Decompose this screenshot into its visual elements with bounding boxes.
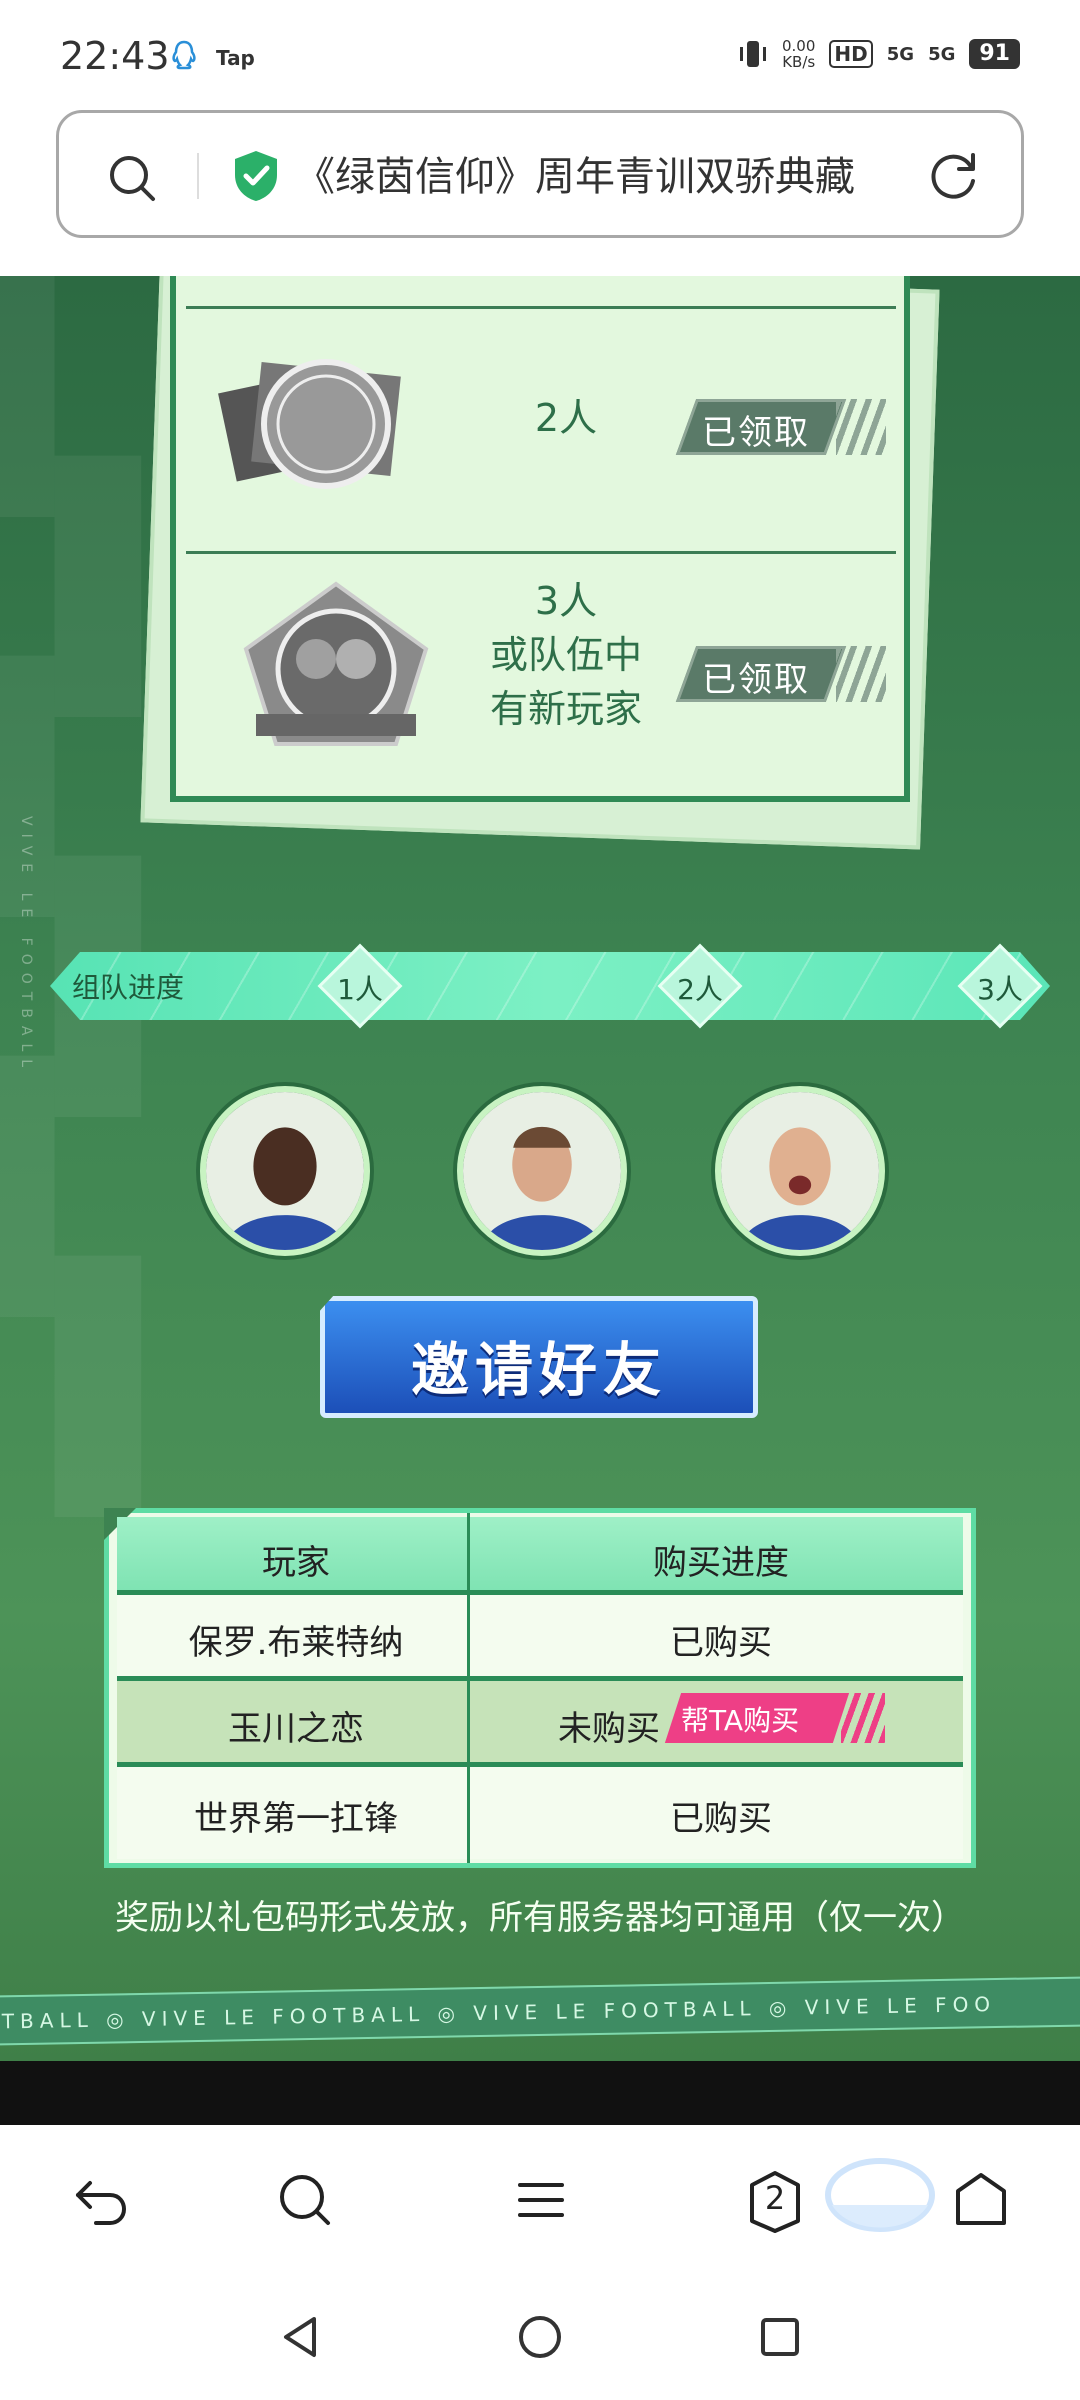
claimed-button: 已领取: [675, 399, 886, 455]
player-name: 玉川之恋: [228, 1709, 364, 1749]
vertical-slogan: VIVE LE FOOTBALL: [18, 816, 34, 1076]
teammate-avatar[interactable]: [715, 1086, 885, 1256]
milestone-1: 1人: [317, 943, 403, 1029]
back-arrow-icon: [76, 2181, 127, 2225]
milestone-label: 2人: [677, 973, 723, 1006]
milestone-label: 1人: [337, 973, 383, 1006]
triangle-back-icon: [284, 2317, 316, 2357]
nav-back-button[interactable]: [270, 2307, 330, 2367]
table-divider: [467, 1513, 470, 1863]
help-buy-button[interactable]: 帮TA购买: [664, 1693, 885, 1743]
qq-notification-icon: [172, 40, 196, 70]
table-row: 玉川之恋 未购买 帮TA购买: [117, 1681, 963, 1767]
address-divider: [197, 153, 199, 199]
reload-icon[interactable]: [927, 149, 981, 203]
reward-card: 2人 已领取 3人 或队伍中 有新玩家 已领取: [170, 276, 910, 802]
search-button[interactable]: [270, 2165, 340, 2235]
slogan-ribbon-text: OTBALL ◎ VIVE LE FOOTBALL ◎ VIVE LE FOOT…: [0, 1992, 997, 2034]
claimed-button: 已领取: [675, 646, 886, 702]
network-speed-unit: KB/s: [782, 53, 816, 71]
system-navigation-bar: [0, 2273, 1080, 2400]
home-icon: [956, 2173, 1006, 2225]
address-bar[interactable]: 《绿茵信仰》周年青训双骄典藏: [56, 110, 1024, 238]
tabs-button[interactable]: 2: [740, 2165, 810, 2235]
tab-count: 2: [764, 2179, 786, 2217]
milestone-label: 3人: [977, 973, 1023, 1006]
header-player: 玩家: [262, 1543, 330, 1583]
reward-requirement: 2人: [534, 396, 598, 440]
page-title[interactable]: 《绿茵信仰》周年青训双骄典藏: [295, 147, 935, 207]
milestone-2: 2人: [657, 943, 743, 1029]
reward-row: 3人 或队伍中 有新玩家 已领取: [186, 551, 896, 791]
purchase-status: 已购买: [670, 1799, 772, 1839]
mascot-icon: [825, 2158, 935, 2232]
teammate-avatar[interactable]: [457, 1086, 627, 1256]
clock: 22:43: [60, 34, 170, 78]
purchase-status: 已购买: [670, 1623, 772, 1663]
table-row: 保罗.布莱特纳 已购买: [117, 1595, 963, 1681]
browser-toolbar: 2: [0, 2125, 1080, 2273]
player-name: 世界第一扛锋: [194, 1799, 398, 1839]
home-button[interactable]: [946, 2165, 1016, 2235]
invite-friends-label: 邀请好友: [410, 1336, 667, 1404]
battery-icon: 91: [969, 39, 1020, 69]
hd-voice-icon: HD: [829, 40, 873, 68]
table-header: 玩家 购买进度: [117, 1517, 963, 1595]
progress-label: 组队进度: [72, 971, 185, 1004]
status-bar: 22:43 Tap 0.00 KB/s HD 5G 5G 91: [0, 0, 1080, 100]
square-recents-icon: [761, 2318, 799, 2356]
web-content: ▌▐▌▐▌▐ VIVE LE FOOTBALL 2人 已领取: [0, 276, 1080, 2061]
signal-sim2-icon: 5G: [928, 43, 956, 65]
purchase-progress-table: 玩家 购买进度 保罗.布莱特纳 已购买 玉川之恋 未购买 帮TA购买 世界第一扛…: [104, 1508, 976, 1868]
nav-home-button[interactable]: [510, 2307, 570, 2367]
milestone-3: 3人: [957, 943, 1043, 1029]
player-name: 保罗.布莱特纳: [188, 1623, 404, 1663]
slogan-ribbon: OTBALL ◎ VIVE LE FOOTBALL ◎ VIVE LE FOOT…: [0, 1976, 1080, 2046]
search-icon[interactable]: [107, 153, 157, 203]
claimed-label: 已领取: [702, 413, 810, 453]
network-speed: 0.00 KB/s: [782, 38, 815, 70]
nav-recents-button[interactable]: [750, 2307, 810, 2367]
status-icons: 0.00 KB/s HD 5G 5G 91: [738, 38, 1020, 70]
header-purchase-progress: 购买进度: [653, 1543, 789, 1583]
menu-button[interactable]: [506, 2165, 576, 2235]
circle-home-icon: [519, 2316, 561, 2358]
invite-friends-button[interactable]: 邀请好友: [320, 1296, 758, 1418]
team-progress-bar: 组队进度 1人 2人 3人: [30, 943, 1050, 1029]
signal-sim1-icon: 5G: [886, 43, 915, 65]
shield-check-icon: [235, 151, 277, 201]
tap-notification-icon: Tap: [216, 46, 255, 70]
back-button[interactable]: [66, 2165, 136, 2235]
reward-pack-image: [218, 359, 401, 489]
claimed-label: 已领取: [702, 660, 810, 700]
reward-row: 2人 已领取: [186, 306, 896, 551]
table-row: 世界第一扛锋 已购买: [117, 1767, 963, 1859]
menu-icon: [518, 2183, 564, 2217]
reward-pack-image: [243, 581, 429, 746]
help-buy-label: 帮TA购买: [681, 1704, 800, 1737]
page-bottom-bar: [0, 2061, 1080, 2125]
teammate-avatar[interactable]: [200, 1086, 370, 1256]
vibrate-icon: [740, 41, 766, 67]
network-speed-value: 0.00: [782, 37, 816, 55]
reward-note: 奖励以礼包码形式发放，所有服务器均可通用（仅一次）: [115, 1898, 965, 1938]
reward-requirement: 3人 或队伍中 有新玩家: [489, 579, 642, 731]
search-icon: [280, 2175, 330, 2225]
